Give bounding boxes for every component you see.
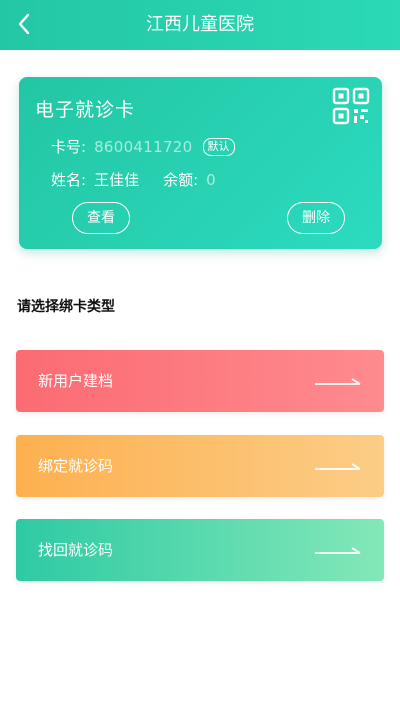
default-badge: 默认: [202, 137, 235, 156]
option-label: 新用户建档: [38, 372, 114, 390]
card-title: 电子就诊卡: [35, 99, 136, 121]
view-button[interactable]: 查看: [72, 202, 130, 234]
delete-button[interactable]: 删除: [287, 202, 345, 234]
option-label: 绑定就诊码: [38, 457, 114, 475]
balance-label: 余额:: [163, 171, 199, 189]
medical-card: 电子就诊卡 卡号: 8600411720 默认 姓名: 王佳佳 余额: 0 查看…: [19, 77, 382, 249]
card-number-value: 8600411720: [94, 137, 193, 156]
option-new-user[interactable]: 新用户建档: [16, 350, 384, 412]
name-value: 王佳佳: [94, 171, 140, 189]
balance-value: 0: [206, 170, 216, 189]
card-number-row: 卡号: 8600411720 默认: [51, 136, 235, 157]
app-header: 江西儿童医院: [0, 0, 400, 50]
name-label: 姓名:: [51, 171, 87, 189]
option-bind-code[interactable]: 绑定就诊码: [16, 435, 384, 497]
arrow-right-icon: [315, 463, 361, 470]
qr-code-icon[interactable]: [332, 87, 370, 125]
card-number-label: 卡号:: [51, 138, 87, 156]
option-find-code[interactable]: 找回就诊码: [16, 519, 384, 581]
option-label: 找回就诊码: [38, 541, 114, 559]
section-title: 请选择绑卡类型: [17, 299, 115, 315]
card-info-row: 姓名: 王佳佳 余额: 0: [51, 169, 216, 190]
arrow-right-icon: [315, 547, 361, 554]
page-title: 江西儿童医院: [146, 14, 254, 35]
arrow-right-icon: [315, 378, 361, 385]
